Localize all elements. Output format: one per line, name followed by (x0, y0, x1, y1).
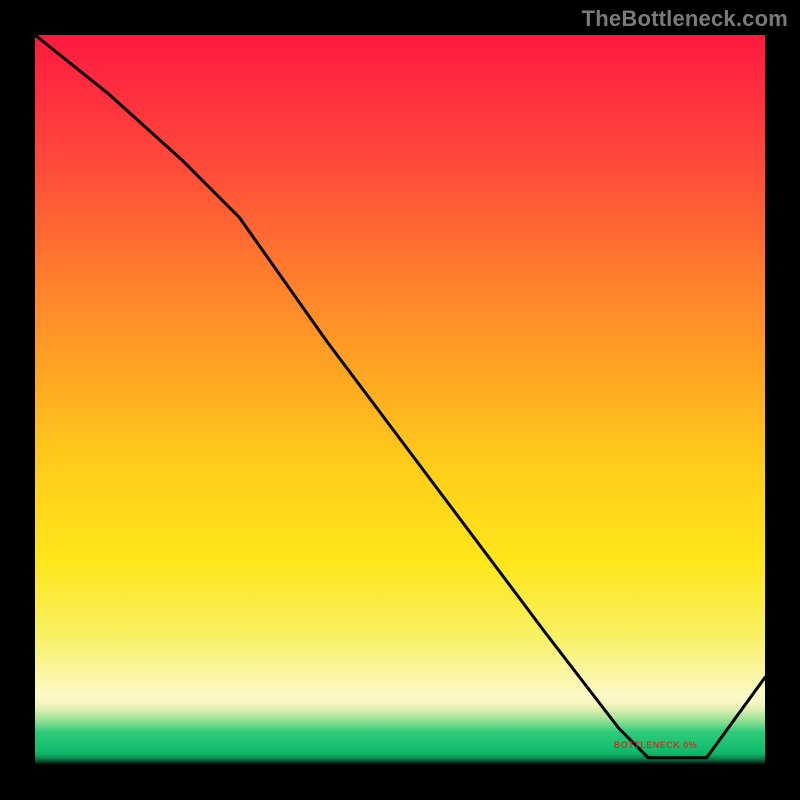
curve-path (35, 35, 765, 758)
plot-area: BOTTLENECK 0% (35, 35, 765, 765)
chart-frame: TheBottleneck.com BOTTLENECK 0% (0, 0, 800, 800)
watermark-text: TheBottleneck.com (582, 6, 788, 32)
bottleneck-zero-label: BOTTLENECK 0% (614, 740, 698, 750)
bottleneck-curve (35, 35, 765, 765)
